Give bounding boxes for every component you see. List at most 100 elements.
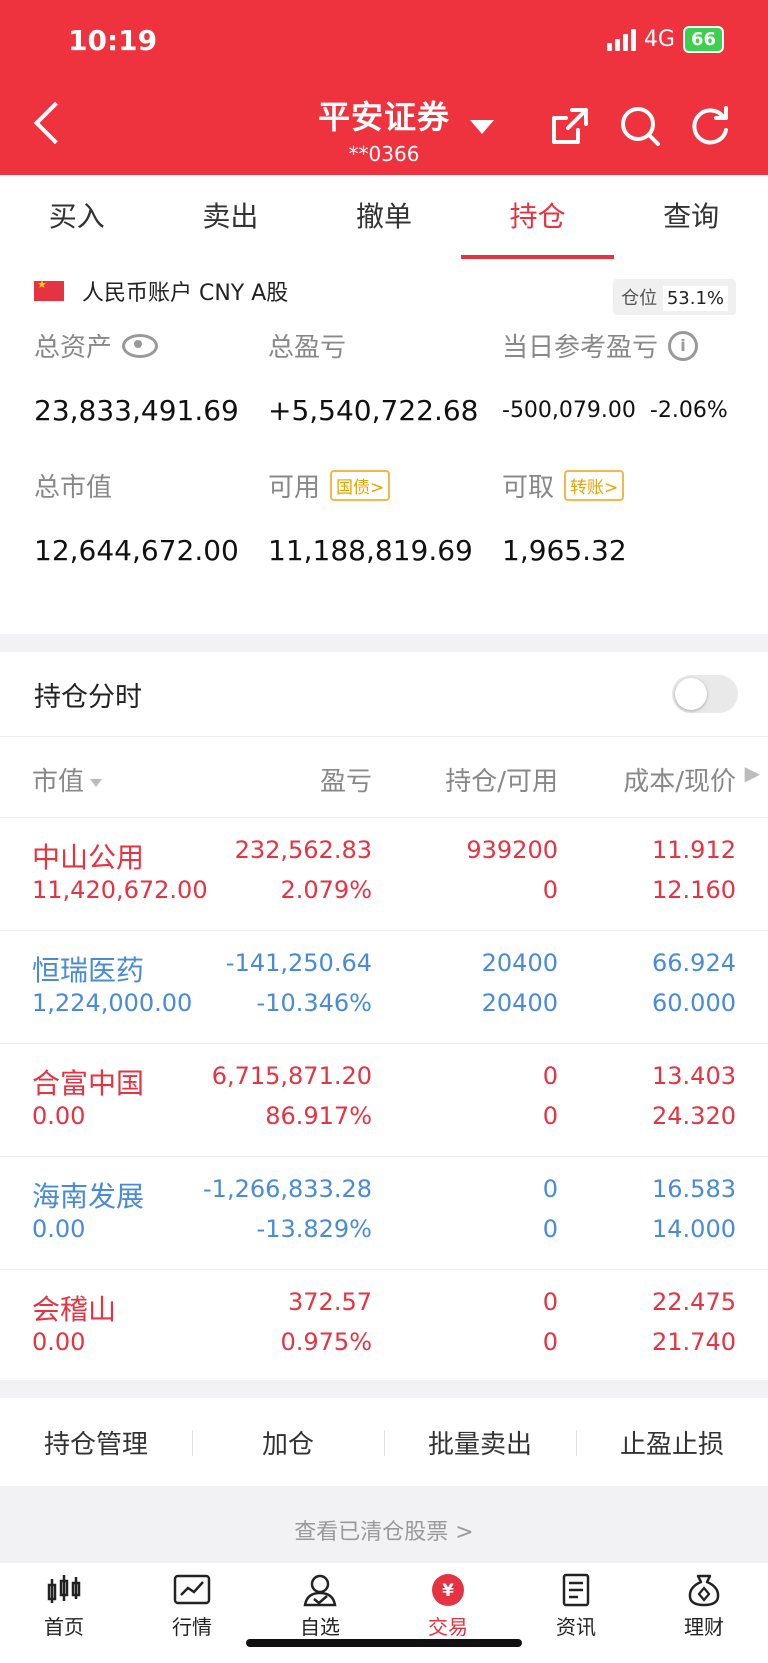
nav-home[interactable]: 首页 bbox=[0, 1563, 128, 1663]
holdings-timeshare-toggle[interactable] bbox=[672, 675, 738, 713]
total-pnl-label: 总盈亏 bbox=[268, 333, 347, 363]
market-value-cell: 总市值 12,644,672.00 bbox=[34, 467, 239, 567]
col-cost-price[interactable]: 成本/现价 bbox=[623, 761, 736, 798]
daily-ref-pnl-value: -500,079.00 bbox=[502, 398, 636, 423]
nav-news[interactable]: 资讯 bbox=[512, 1563, 640, 1663]
withdrawable-value: 1,965.32 bbox=[502, 534, 627, 567]
nav-market[interactable]: 行情 bbox=[128, 1563, 256, 1663]
stock-cost: 13.403 bbox=[652, 1062, 736, 1090]
col-market-value[interactable]: 市值 bbox=[32, 761, 103, 798]
chevron-right-icon[interactable]: ▶ bbox=[745, 761, 760, 785]
tab-sell[interactable]: 卖出 bbox=[154, 175, 308, 259]
nav-wealth[interactable]: 理财 bbox=[640, 1563, 768, 1663]
total-assets-value: 23,833,491.69 bbox=[34, 394, 239, 427]
add-position-button[interactable]: 加仓 bbox=[192, 1424, 384, 1461]
stock-market-value: 1,224,000.00 bbox=[32, 989, 193, 1017]
stock-pnl-pct: -13.829% bbox=[256, 1215, 372, 1243]
search-icon[interactable] bbox=[618, 104, 662, 148]
money-bag-icon bbox=[688, 1574, 720, 1607]
info-icon[interactable]: i bbox=[668, 330, 699, 361]
daily-ref-pnl-label: 当日参考盈亏 bbox=[502, 333, 659, 363]
total-assets-cell: 总资产 23,833,491.69 bbox=[34, 327, 239, 427]
nav-news-label: 资讯 bbox=[556, 1615, 596, 1639]
nav-market-label: 行情 bbox=[172, 1615, 212, 1639]
stock-position: 0 bbox=[542, 1175, 558, 1203]
available-label: 可用 bbox=[268, 473, 321, 503]
tab-buy[interactable]: 买入 bbox=[0, 175, 154, 259]
available-cell: 可用 国债> 11,188,819.69 bbox=[268, 467, 473, 567]
position-ratio-label: 仓位 bbox=[621, 288, 658, 309]
take-profit-stop-loss-button[interactable]: 止盈止损 bbox=[576, 1424, 768, 1461]
stock-cost: 22.475 bbox=[652, 1288, 736, 1316]
table-row[interactable]: 恒瑞医药 1,224,000.00 -141,250.64 -10.346% 20400… bbox=[0, 931, 768, 1044]
holdings-panel: 持仓分时 市值 盈亏 持仓/可用 成本/现价 ▶ 中山公用 11,420,672.… bbox=[0, 652, 768, 1383]
eye-icon[interactable] bbox=[122, 333, 159, 358]
stock-available: 0 bbox=[542, 1102, 558, 1130]
stock-position: 0 bbox=[542, 1288, 558, 1316]
treasury-bond-tag[interactable]: 国债> bbox=[330, 470, 391, 501]
stock-position: 0 bbox=[542, 1062, 558, 1090]
table-row[interactable]: 海南发展 0.00 -1,266,833.28 -13.829% 0 0 16.583 14.… bbox=[0, 1157, 768, 1270]
stock-cost: 66.924 bbox=[652, 949, 736, 977]
col-pnl[interactable]: 盈亏 bbox=[320, 761, 372, 798]
nav-trade[interactable]: ¥ 交易 bbox=[384, 1563, 512, 1663]
stock-pnl-pct: 0.975% bbox=[280, 1328, 372, 1356]
user-check-icon bbox=[303, 1574, 337, 1607]
tab-query[interactable]: 查询 bbox=[614, 175, 768, 259]
table-row[interactable]: 中山公用 11,420,672.00 232,562.83 2.079% 939200 0… bbox=[0, 818, 768, 931]
stock-market-value: 0.00 bbox=[32, 1215, 86, 1243]
stock-pnl-pct: 2.079% bbox=[280, 876, 372, 904]
account-type-row[interactable]: 人民币账户 CNY A股 bbox=[34, 275, 288, 307]
stock-available: 0 bbox=[542, 876, 558, 904]
nav-home-label: 首页 bbox=[44, 1615, 84, 1639]
share-icon[interactable] bbox=[548, 104, 592, 148]
view-cleared-stocks-link[interactable]: 查看已清仓股票 > bbox=[0, 1514, 768, 1546]
market-value-label: 总市值 bbox=[34, 473, 113, 503]
stock-market-value: 11,420,672.00 bbox=[32, 876, 208, 904]
stock-pnl: -141,250.64 bbox=[225, 949, 372, 977]
nav-watchlist[interactable]: 自选 bbox=[256, 1563, 384, 1663]
daily-ref-pnl-pct: -2.06% bbox=[649, 398, 728, 423]
account-type-label: 人民币账户 CNY A股 bbox=[82, 281, 289, 306]
stock-name: 合富中国 bbox=[32, 1067, 145, 1100]
account-summary: 人民币账户 CNY A股 仓位 53.1% 总资产 23,833,491.69 … bbox=[0, 259, 768, 634]
stock-market-value: 0.00 bbox=[32, 1328, 86, 1356]
position-management-button[interactable]: 持仓管理 bbox=[0, 1424, 192, 1461]
stock-available: 0 bbox=[542, 1328, 558, 1356]
signal-icon bbox=[606, 28, 636, 51]
stock-cost: 11.912 bbox=[652, 836, 736, 864]
withdrawable-cell: 可取 转账> 1,965.32 bbox=[502, 467, 627, 567]
stock-name: 海南发展 bbox=[32, 1180, 145, 1213]
trade-tabs: 买入 卖出 撤单 持仓 查询 bbox=[0, 175, 768, 260]
sort-icon bbox=[90, 778, 103, 787]
tab-cancel-order[interactable]: 撤单 bbox=[307, 175, 461, 259]
stock-position: 939200 bbox=[466, 836, 558, 864]
dropdown-caret-icon[interactable] bbox=[470, 120, 494, 134]
holdings-column-header: 市值 盈亏 持仓/可用 成本/现价 ▶ bbox=[0, 737, 768, 818]
stock-market-value: 0.00 bbox=[32, 1102, 86, 1130]
batch-sell-button[interactable]: 批量卖出 bbox=[384, 1424, 576, 1461]
nav-watchlist-label: 自选 bbox=[300, 1615, 340, 1639]
position-ratio-badge: 仓位 53.1% bbox=[613, 279, 736, 315]
table-row[interactable]: 合富中国 0.00 6,715,871.20 86.917% 0 0 13.403 24.32… bbox=[0, 1044, 768, 1157]
col-position-available[interactable]: 持仓/可用 bbox=[445, 761, 558, 798]
stock-pnl: 372.57 bbox=[288, 1288, 372, 1316]
stock-price: 21.740 bbox=[652, 1328, 736, 1356]
network-label: 4G bbox=[643, 27, 675, 52]
candlestick-icon bbox=[47, 1575, 81, 1603]
refresh-icon[interactable] bbox=[688, 104, 732, 148]
yuan-coin-icon: ¥ bbox=[432, 1574, 464, 1606]
tab-positions[interactable]: 持仓 bbox=[460, 175, 615, 259]
trend-chart-icon bbox=[173, 1574, 211, 1605]
stock-available: 20400 bbox=[481, 989, 558, 1017]
table-row[interactable]: 会稽山 0.00 372.57 0.975% 0 0 22.475 21.740 bbox=[0, 1270, 768, 1383]
home-indicator bbox=[246, 1639, 522, 1647]
stock-name: 中山公用 bbox=[32, 841, 145, 874]
holdings-rows: 中山公用 11,420,672.00 232,562.83 2.079% 939200 0… bbox=[0, 818, 768, 1383]
stock-price: 24.320 bbox=[652, 1102, 736, 1130]
daily-ref-pnl-cell: 当日参考盈亏 i -500,079.00 -2.06% bbox=[502, 327, 728, 423]
total-pnl-value: +5,540,722.68 bbox=[268, 394, 479, 427]
stock-price: 60.000 bbox=[652, 989, 736, 1017]
total-assets-label: 总资产 bbox=[34, 333, 113, 363]
transfer-tag[interactable]: 转账> bbox=[564, 470, 625, 501]
